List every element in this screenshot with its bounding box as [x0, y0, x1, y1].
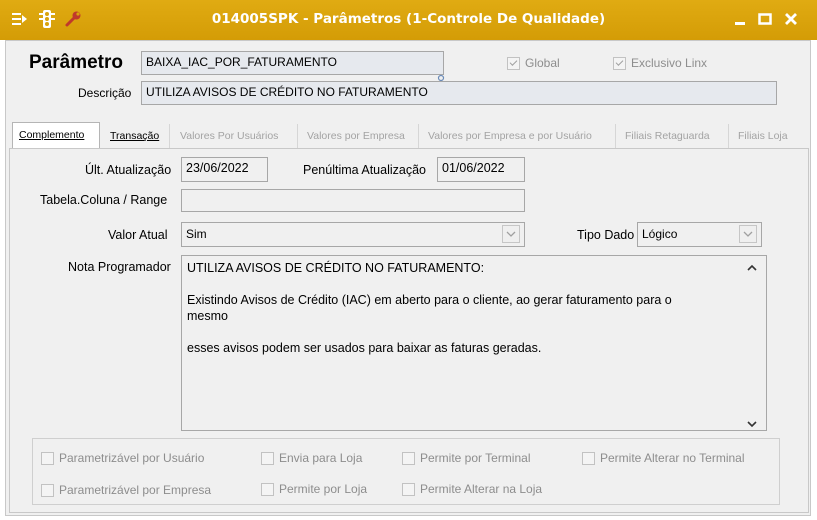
checkbox-icon — [261, 451, 274, 465]
envia-loja-label: Envia para Loja — [279, 451, 363, 465]
tab-valores-empresa[interactable]: Valores por Empresa — [301, 124, 419, 149]
tab-complemento-label: Complemento — [19, 129, 85, 141]
tab-transacao-label: Transação — [110, 130, 160, 142]
valor-atual-select[interactable]: Sim — [181, 222, 525, 247]
nota-programador-label: Nota Programador — [68, 260, 171, 274]
parametrizavel-empresa-checkbox[interactable]: Parametrizável por Empresa — [41, 483, 211, 497]
tabela-coluna-field[interactable] — [181, 189, 525, 212]
parametro-field[interactable]: BAIXA_IAC_POR_FATURAMENTO — [141, 51, 444, 75]
parametro-label: Parâmetro — [29, 52, 123, 73]
valor-atual-label: Valor Atual — [108, 228, 168, 242]
descricao-value: UTILIZA AVISOS DE CRÉDITO NO FATURAMENTO — [146, 85, 428, 99]
valor-atual-dropdown-icon[interactable] — [502, 225, 520, 243]
ult-atualizacao-value: 23/06/2022 — [186, 161, 249, 175]
resize-grip-icon — [437, 71, 445, 82]
tab-valores-empresa-label: Valores por Empresa — [307, 130, 405, 142]
valor-atual-value: Sim — [186, 227, 207, 241]
scroll-down-icon[interactable] — [746, 418, 758, 428]
tab-filiais-retaguarda-label: Filiais Retaguarda — [625, 130, 710, 142]
descricao-field[interactable]: UTILIZA AVISOS DE CRÉDITO NO FATURAMENTO — [141, 81, 777, 105]
minimize-icon[interactable] — [731, 10, 749, 28]
permite-alterar-terminal-checkbox[interactable]: Permite Alterar no Terminal — [582, 451, 745, 465]
tab-transacao[interactable]: Transação — [104, 124, 170, 149]
checkbox-icon — [41, 483, 54, 497]
tab-valores-empresa-usuario[interactable]: Valores por Empresa e por Usuário — [422, 124, 616, 149]
permite-alterar-loja-checkbox[interactable]: Permite Alterar na Loja — [402, 482, 542, 496]
checkbox-icon — [582, 451, 595, 465]
penultima-label: Penúltima Atualização — [303, 163, 426, 177]
nota-line: mesmo — [187, 309, 228, 323]
permite-terminal-label: Permite por Terminal — [420, 451, 531, 465]
exclusivo-check-icon — [613, 56, 626, 70]
maximize-icon[interactable] — [756, 10, 774, 28]
envia-loja-checkbox[interactable]: Envia para Loja — [261, 451, 362, 465]
tab-valores-usuarios-label: Valores Por Usuários — [180, 130, 279, 142]
exclusivo-linx-checkbox[interactable]: Exclusivo Linx — [613, 56, 707, 70]
checkbox-icon — [41, 451, 54, 465]
exclusivo-label: Exclusivo Linx — [631, 56, 708, 70]
nota-line — [187, 276, 761, 292]
tab-filiais-loja[interactable]: Filiais Loja — [732, 124, 807, 149]
nota-line: UTILIZA AVISOS DE CRÉDITO NO FATURAMENTO… — [187, 261, 485, 275]
parametrizavel-usuario-checkbox[interactable]: Parametrizável por Usuário — [41, 451, 204, 465]
checkbox-icon — [402, 482, 415, 496]
descricao-label: Descrição — [78, 86, 132, 100]
tipo-dado-value: Lógico — [642, 227, 678, 241]
tabela-coluna-label: Tabela.Coluna / Range — [40, 193, 168, 207]
close-icon[interactable] — [782, 10, 800, 28]
tab-valores-usuarios[interactable]: Valores Por Usuários — [174, 124, 298, 149]
tab-valores-empresa-usuario-label: Valores por Empresa e por Usuário — [428, 130, 592, 142]
window-title: 014005SPK - Parâmetros (1-Controle De Qu… — [211, 11, 606, 27]
tab-complemento[interactable]: Complemento — [12, 122, 100, 149]
penultima-field[interactable]: 01/06/2022 — [437, 157, 525, 182]
nota-line: esses avisos podem ser usados para baixa… — [187, 341, 542, 355]
permite-alterar-terminal-label: Permite Alterar no Terminal — [600, 451, 745, 465]
permite-terminal-checkbox[interactable]: Permite por Terminal — [402, 451, 530, 465]
global-label: Global — [525, 56, 560, 70]
tab-filiais-retaguarda[interactable]: Filiais Retaguarda — [619, 124, 729, 149]
global-checkbox[interactable]: Global — [507, 56, 560, 70]
permite-loja-label: Permite por Loja — [279, 482, 368, 496]
ult-atualizacao-field[interactable]: 23/06/2022 — [181, 157, 268, 182]
permite-alterar-loja-label: Permite Alterar na Loja — [420, 482, 543, 496]
nota-line: Existindo Avisos de Crédito (IAC) em abe… — [187, 293, 672, 307]
ult-atualizacao-label: Últ. Atualização — [85, 163, 172, 177]
nota-line — [187, 324, 761, 340]
tipo-dado-dropdown-icon[interactable] — [739, 225, 757, 243]
parametrizavel-empresa-label: Parametrizável por Empresa — [59, 483, 212, 497]
scroll-up-icon[interactable] — [746, 262, 758, 272]
nota-programador-textarea[interactable]: UTILIZA AVISOS DE CRÉDITO NO FATURAMENTO… — [181, 255, 767, 431]
global-check-icon — [507, 56, 520, 70]
checkbox-icon — [402, 451, 415, 465]
tipo-dado-label: Tipo Dado — [577, 228, 635, 242]
parametrizavel-usuario-label: Parametrizável por Usuário — [59, 451, 205, 465]
parametro-value: BAIXA_IAC_POR_FATURAMENTO — [146, 55, 337, 69]
penultima-value: 01/06/2022 — [442, 161, 505, 175]
permite-loja-checkbox[interactable]: Permite por Loja — [261, 482, 367, 496]
checkbox-icon — [261, 482, 274, 496]
tab-filiais-loja-label: Filiais Loja — [738, 130, 788, 142]
